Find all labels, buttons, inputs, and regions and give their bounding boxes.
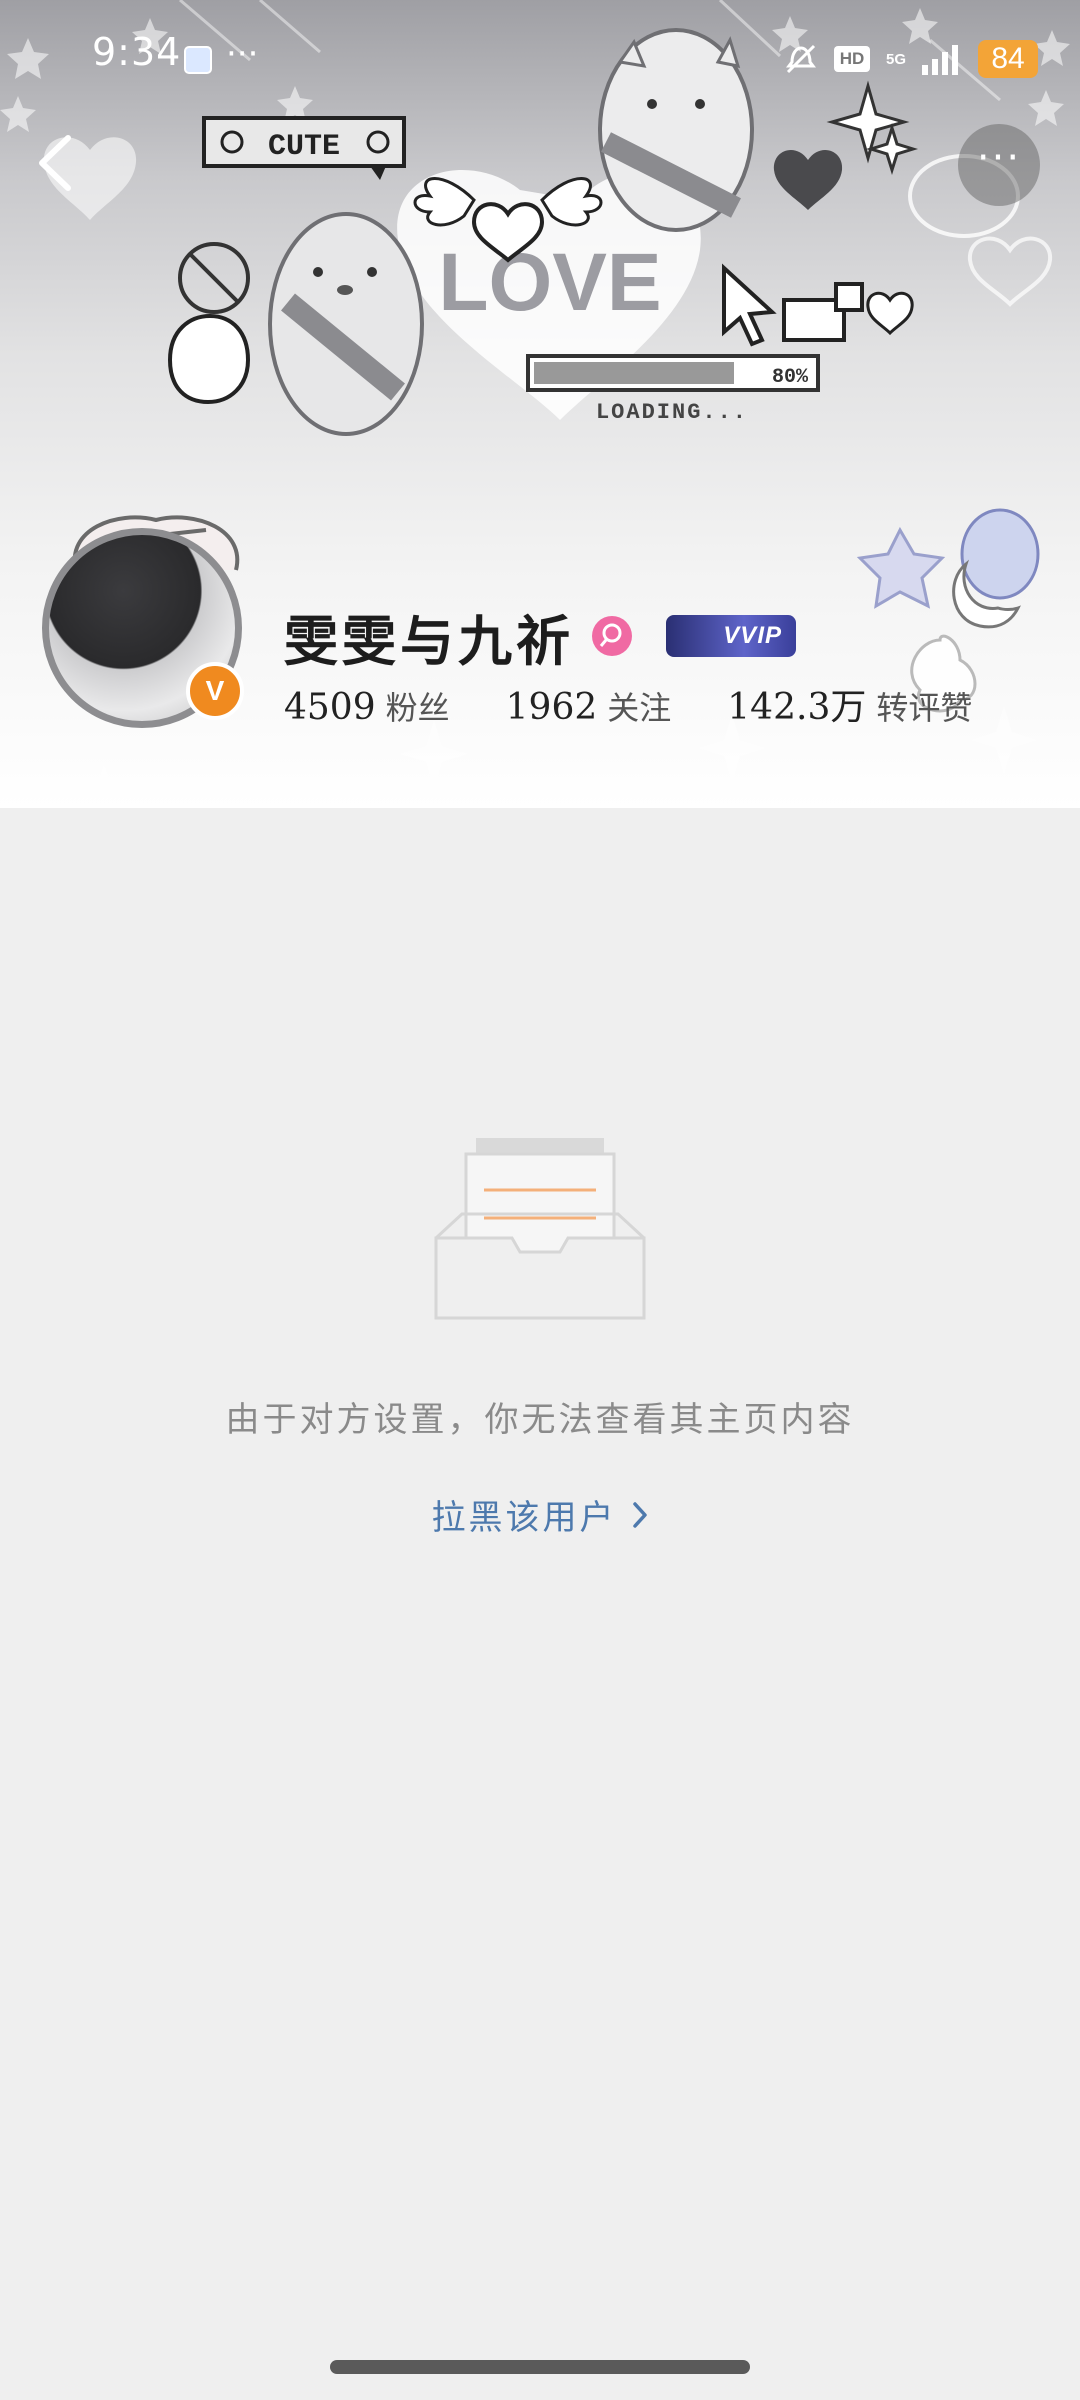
stat-followers-value: 4509 <box>284 687 376 728</box>
female-gender-icon <box>592 616 632 656</box>
vvip-badge[interactable]: VVIP <box>666 615 796 657</box>
status-overflow-icon: ··· <box>226 34 259 74</box>
battery-indicator: 84 <box>978 40 1038 78</box>
hd-badge: HD <box>833 46 870 72</box>
cover-progress-text: 80% <box>772 366 809 389</box>
status-time: 9:34 <box>92 30 182 74</box>
block-user-label: 拉黑该用户 <box>431 1498 617 1538</box>
chevron-right-icon <box>632 1501 647 1528</box>
more-icon: ··· <box>976 135 1022 181</box>
status-bar: 9:34 ··· HD 5G 84 <box>0 0 1080 120</box>
back-button[interactable] <box>26 128 86 198</box>
profile-name-row: 雯雯与九祈 VVIP <box>284 596 796 676</box>
status-indicators: HD 5G 84 <box>784 34 1038 84</box>
restricted-notice: 由于对方设置，你无法查看其主页内容 <box>225 1400 855 1440</box>
stat-interactions-label: 转评赞 <box>876 689 973 727</box>
app-notification-icon <box>184 46 212 74</box>
cover-loading-text: LOADING... <box>596 400 748 425</box>
cover-cute-text: CUTE <box>268 130 340 164</box>
avatar-frame: V <box>36 510 250 728</box>
block-user-link[interactable]: 拉黑该用户 <box>0 1490 1080 1539</box>
network-type-label: 5G <box>885 50 906 68</box>
mute-icon <box>785 44 816 74</box>
stat-interactions[interactable]: 142.3万 转评赞 <box>727 678 972 730</box>
verified-badge: V <box>186 662 244 720</box>
signal-icon <box>922 45 958 75</box>
chevron-left-icon <box>39 135 71 191</box>
profile-stats: 4509 粉丝 1962 关注 142.3万 转评赞 <box>284 678 1028 734</box>
stat-interactions-value: 142.3万 <box>727 687 867 728</box>
more-button[interactable]: ··· <box>958 124 1040 206</box>
stat-following-label: 关注 <box>607 689 672 727</box>
empty-inbox-icon <box>434 1138 646 1320</box>
stat-following[interactable]: 1962 关注 <box>506 683 672 729</box>
stat-followers[interactable]: 4509 粉丝 <box>284 683 450 729</box>
stat-following-value: 1962 <box>505 687 598 728</box>
username: 雯雯与九祈 <box>284 608 574 673</box>
cover-love-text: LOVE <box>438 237 661 328</box>
profile-cover: CUTE LOVE 80% LOADING... 9:34 ··· HD 5G … <box>0 0 1080 808</box>
stat-followers-label: 粉丝 <box>385 689 450 727</box>
home-indicator[interactable] <box>330 2360 750 2374</box>
